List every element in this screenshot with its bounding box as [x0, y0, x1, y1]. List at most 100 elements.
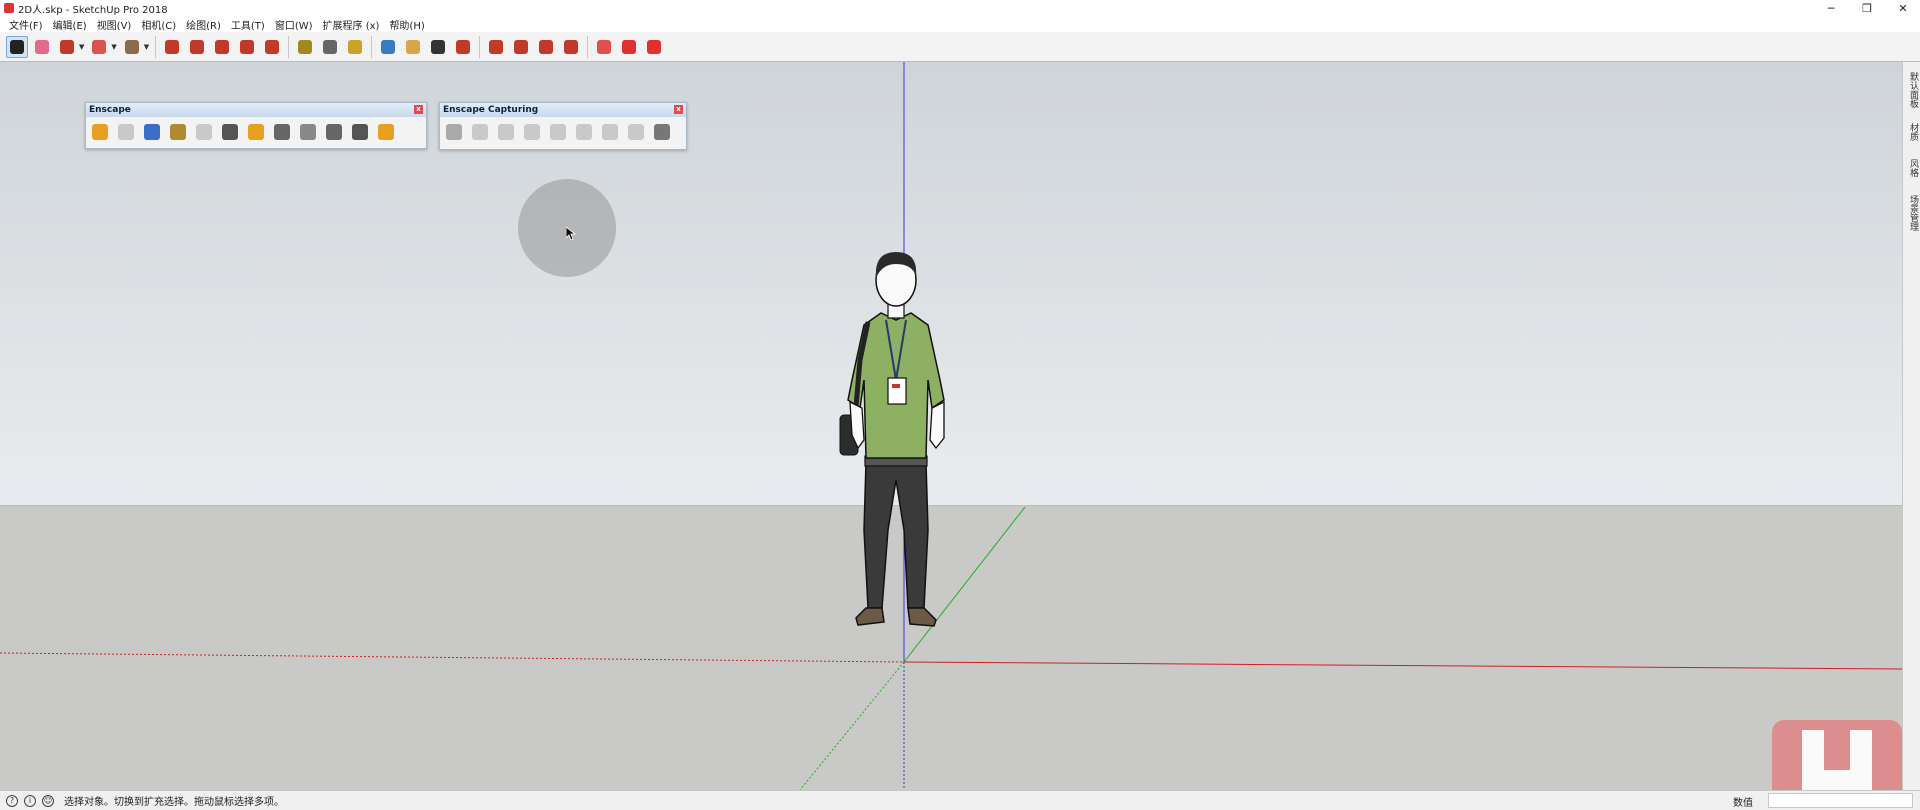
scale-tool[interactable]: [261, 36, 283, 58]
light-view-button[interactable]: [167, 121, 189, 143]
arc-tool[interactable]: [88, 36, 110, 58]
line-tool-dropdown-icon[interactable]: ▼: [79, 43, 84, 51]
arc-tool-dropdown-icon[interactable]: ▼: [111, 43, 116, 51]
toolbar-separator: [371, 35, 373, 58]
menu-tools[interactable]: 工具(T): [226, 17, 270, 32]
line-tool[interactable]: [56, 36, 78, 58]
capture-2-button[interactable]: [469, 121, 491, 143]
sliders-icon: [326, 123, 342, 140]
capturing-panel-close-button[interactable]: x: [674, 105, 683, 114]
tray-tab-styles[interactable]: 风格: [1904, 154, 1920, 182]
extension-warehouse-tool[interactable]: [510, 36, 532, 58]
capturing-panel-title: Enscape Capturing: [443, 105, 539, 115]
capture-3-button[interactable]: [495, 121, 517, 143]
user-account-icon[interactable]: ☺: [42, 794, 54, 807]
select-tool[interactable]: [6, 35, 28, 58]
menu-edit[interactable]: 编辑(E): [48, 17, 92, 32]
enscape-panel-header[interactable]: Enscape x: [86, 103, 426, 117]
document-icon: [472, 123, 488, 140]
enscape-start-icon: [92, 123, 108, 140]
audio-button[interactable]: [297, 121, 319, 143]
feedback-button[interactable]: [349, 121, 371, 143]
capture-9-button[interactable]: [651, 121, 673, 143]
plugin-tool-3[interactable]: [643, 36, 665, 58]
move-tool[interactable]: [211, 36, 233, 58]
key-icon: [170, 123, 186, 140]
capture-8-button[interactable]: [625, 121, 647, 143]
render-icon: [446, 123, 462, 140]
tray-tab-materials[interactable]: 材质: [1904, 118, 1920, 146]
capture-7-button[interactable]: [599, 121, 621, 143]
capture-1-button[interactable]: [443, 121, 465, 143]
capture-icon: [274, 123, 290, 140]
settings-button[interactable]: [323, 121, 345, 143]
credits-icon[interactable]: i: [24, 794, 36, 807]
zoom-extents-icon: [456, 39, 471, 54]
screenshot-button[interactable]: [193, 121, 215, 143]
start-enscape-button[interactable]: [89, 121, 111, 143]
red-axis: [903, 661, 1902, 670]
restore-button[interactable]: ❐: [1850, 0, 1884, 16]
tray-tab-scenes[interactable]: 场景管理: [1904, 190, 1920, 236]
warehouse-tool[interactable]: [485, 36, 507, 58]
send-layout-tool[interactable]: [535, 36, 557, 58]
about-button[interactable]: [375, 121, 397, 143]
menu-draw[interactable]: 绘图(R): [181, 17, 226, 32]
vr-icon: [222, 123, 238, 140]
menu-help[interactable]: 帮助(H): [384, 17, 429, 32]
pan-tool[interactable]: [402, 36, 424, 58]
offset-tool[interactable]: [186, 36, 208, 58]
orbit-tool[interactable]: [377, 36, 399, 58]
model-viewport[interactable]: Enscape x Enscape Capturing x: [0, 62, 1902, 790]
extension-manager-tool[interactable]: [560, 36, 582, 58]
tape-measure-tool[interactable]: [294, 36, 316, 58]
eraser-tool[interactable]: [31, 36, 53, 58]
paint-bucket-tool[interactable]: [344, 36, 366, 58]
capture-button[interactable]: [271, 121, 293, 143]
orbit-icon: [381, 39, 396, 54]
capture-6-button[interactable]: [573, 121, 595, 143]
sketchup-app-icon: [4, 3, 14, 13]
live-update-button[interactable]: [115, 121, 137, 143]
rotate-tool[interactable]: [236, 36, 258, 58]
panorama-icon: [524, 123, 540, 140]
menu-extensions[interactable]: 扩展程序 (x): [318, 17, 385, 32]
menu-file[interactable]: 文件(F): [4, 17, 48, 32]
zoom-tool[interactable]: [427, 36, 449, 58]
text-icon: [323, 39, 338, 54]
mouse-cursor-icon: [566, 227, 576, 241]
menu-window[interactable]: 窗口(W): [270, 17, 318, 32]
enscape-toolbar-panel[interactable]: Enscape x: [85, 102, 427, 149]
rotate-icon: [240, 39, 255, 54]
zoom-extents-tool[interactable]: [452, 36, 474, 58]
shape-tool[interactable]: [121, 36, 143, 58]
arc-icon: [92, 39, 107, 54]
menu-view[interactable]: 视图(V): [92, 17, 137, 32]
push-pull-tool[interactable]: [161, 36, 183, 58]
shape-tool-dropdown-icon[interactable]: ▼: [144, 43, 149, 51]
person-figure[interactable]: [836, 230, 976, 670]
title-bar: 2D人.skp - SketchUp Pro 2018 ─ ❐ ✕: [0, 0, 1920, 16]
menu-camera[interactable]: 相机(C): [136, 17, 181, 32]
measurements-input[interactable]: [1768, 793, 1913, 808]
warehouse-icon: [489, 39, 504, 54]
capturing-panel-header[interactable]: Enscape Capturing x: [440, 103, 686, 117]
capture-5-button[interactable]: [547, 121, 569, 143]
close-window-button[interactable]: ✕: [1886, 0, 1920, 16]
asset-library-button[interactable]: [245, 121, 267, 143]
vr-headset-button[interactable]: [219, 121, 241, 143]
info-icon: [378, 123, 394, 140]
rectangle-icon: [124, 39, 139, 54]
plugin-tool-1[interactable]: [593, 36, 615, 58]
feedback-icon: [352, 123, 368, 140]
tray-tab-default[interactable]: 默认面板: [1904, 68, 1920, 112]
capture-4-button[interactable]: [521, 121, 543, 143]
enscape-panel-close-button[interactable]: x: [414, 105, 423, 114]
plugin-tool-2[interactable]: [618, 36, 640, 58]
enscape-capturing-panel[interactable]: Enscape Capturing x: [439, 102, 687, 150]
geolocation-icon[interactable]: ?: [6, 794, 18, 807]
sync-views-icon: [144, 123, 160, 140]
text-tool[interactable]: [319, 36, 341, 58]
minimize-button[interactable]: ─: [1814, 0, 1848, 16]
sync-views-button[interactable]: [141, 121, 163, 143]
